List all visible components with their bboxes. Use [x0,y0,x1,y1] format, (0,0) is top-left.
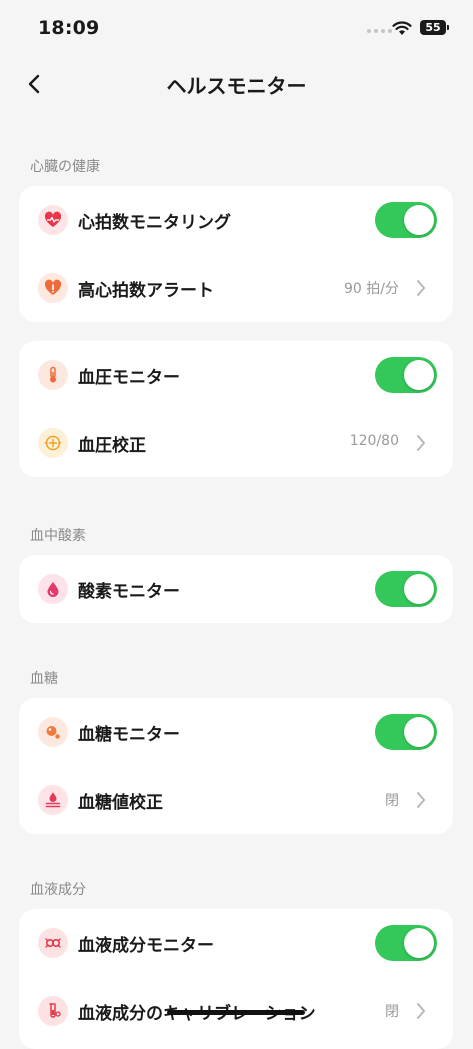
page-title: ヘルスモニター [166,74,307,98]
heart-rate-toggle[interactable] [375,202,437,238]
wifi-icon [392,21,412,35]
card-glucose: 血糖モニター 血糖値校正 閉 [19,698,453,834]
home-indicator[interactable] [167,1010,305,1015]
status-bar: 18:09 55 [0,0,473,60]
row-value: 閉 [385,1004,399,1020]
battery-icon: 55 [420,20,449,35]
card-heart-rate: 心拍数モニタリング 高心拍数アラート 90 拍/分 [19,186,453,322]
chevron-right-icon [417,1003,425,1019]
card-blood-components: 血液成分モニター 血液成分のキャリブレーション 閉 [19,909,453,1049]
glucose-calibration-icon [38,785,68,815]
test-tube-icon [38,996,68,1026]
bp-monitor-toggle[interactable] [375,357,437,393]
row-value: 120/80 [349,433,399,449]
row-heart-rate-monitoring[interactable]: 心拍数モニタリング [19,186,453,254]
row-bp-calibration[interactable]: 血圧校正 120/80 [19,409,453,477]
card-blood-pressure: 血圧モニター 血圧校正 120/80 [19,341,453,477]
row-label: 血糖モニター [78,725,180,745]
row-bp-monitor[interactable]: 血圧モニター [19,341,453,409]
row-glucose-calibration[interactable]: 血糖値校正 閉 [19,766,453,834]
blood-components-monitor-toggle[interactable] [375,925,437,961]
row-oxygen-monitor[interactable]: 酸素モニター [19,555,453,623]
section-label-oxygen: 血中酸素 [30,528,86,544]
row-label: 血液成分モニター [78,936,214,956]
chevron-right-icon [417,280,425,296]
row-blood-components-monitor[interactable]: 血液成分モニター [19,909,453,977]
chevron-right-icon [417,792,425,808]
thermometer-icon [38,360,68,390]
row-glucose-monitor[interactable]: 血糖モニター [19,698,453,766]
section-label-blood-components: 血液成分 [30,882,86,898]
blood-components-icon [38,928,68,958]
card-oxygen: 酸素モニター [19,555,453,623]
row-value: 90 拍/分 [344,281,399,297]
glucose-monitor-toggle[interactable] [375,714,437,750]
calibration-icon [38,428,68,458]
section-label-heart: 心臓の健康 [30,159,100,175]
row-label: 酸素モニター [78,582,180,602]
row-label: 血圧校正 [78,436,146,456]
chevron-right-icon [417,435,425,451]
section-label-glucose: 血糖 [30,671,58,687]
drop-icon [38,574,68,604]
status-time: 18:09 [38,17,100,39]
row-label: 高心拍数アラート [78,281,214,301]
oxygen-monitor-toggle[interactable] [375,571,437,607]
heart-alert-icon [38,273,68,303]
row-label: 血圧モニター [78,368,180,388]
row-high-heart-rate-alert[interactable]: 高心拍数アラート 90 拍/分 [19,254,453,322]
cellular-signal-icon [367,29,392,33]
battery-level: 55 [425,21,441,34]
glucose-icon [38,717,68,747]
row-label: 血糖値校正 [78,793,163,813]
nav-bar: ヘルスモニター [0,60,473,108]
row-value: 閉 [385,793,399,809]
row-label: 心拍数モニタリング [78,213,231,233]
heart-pulse-icon [38,205,68,235]
